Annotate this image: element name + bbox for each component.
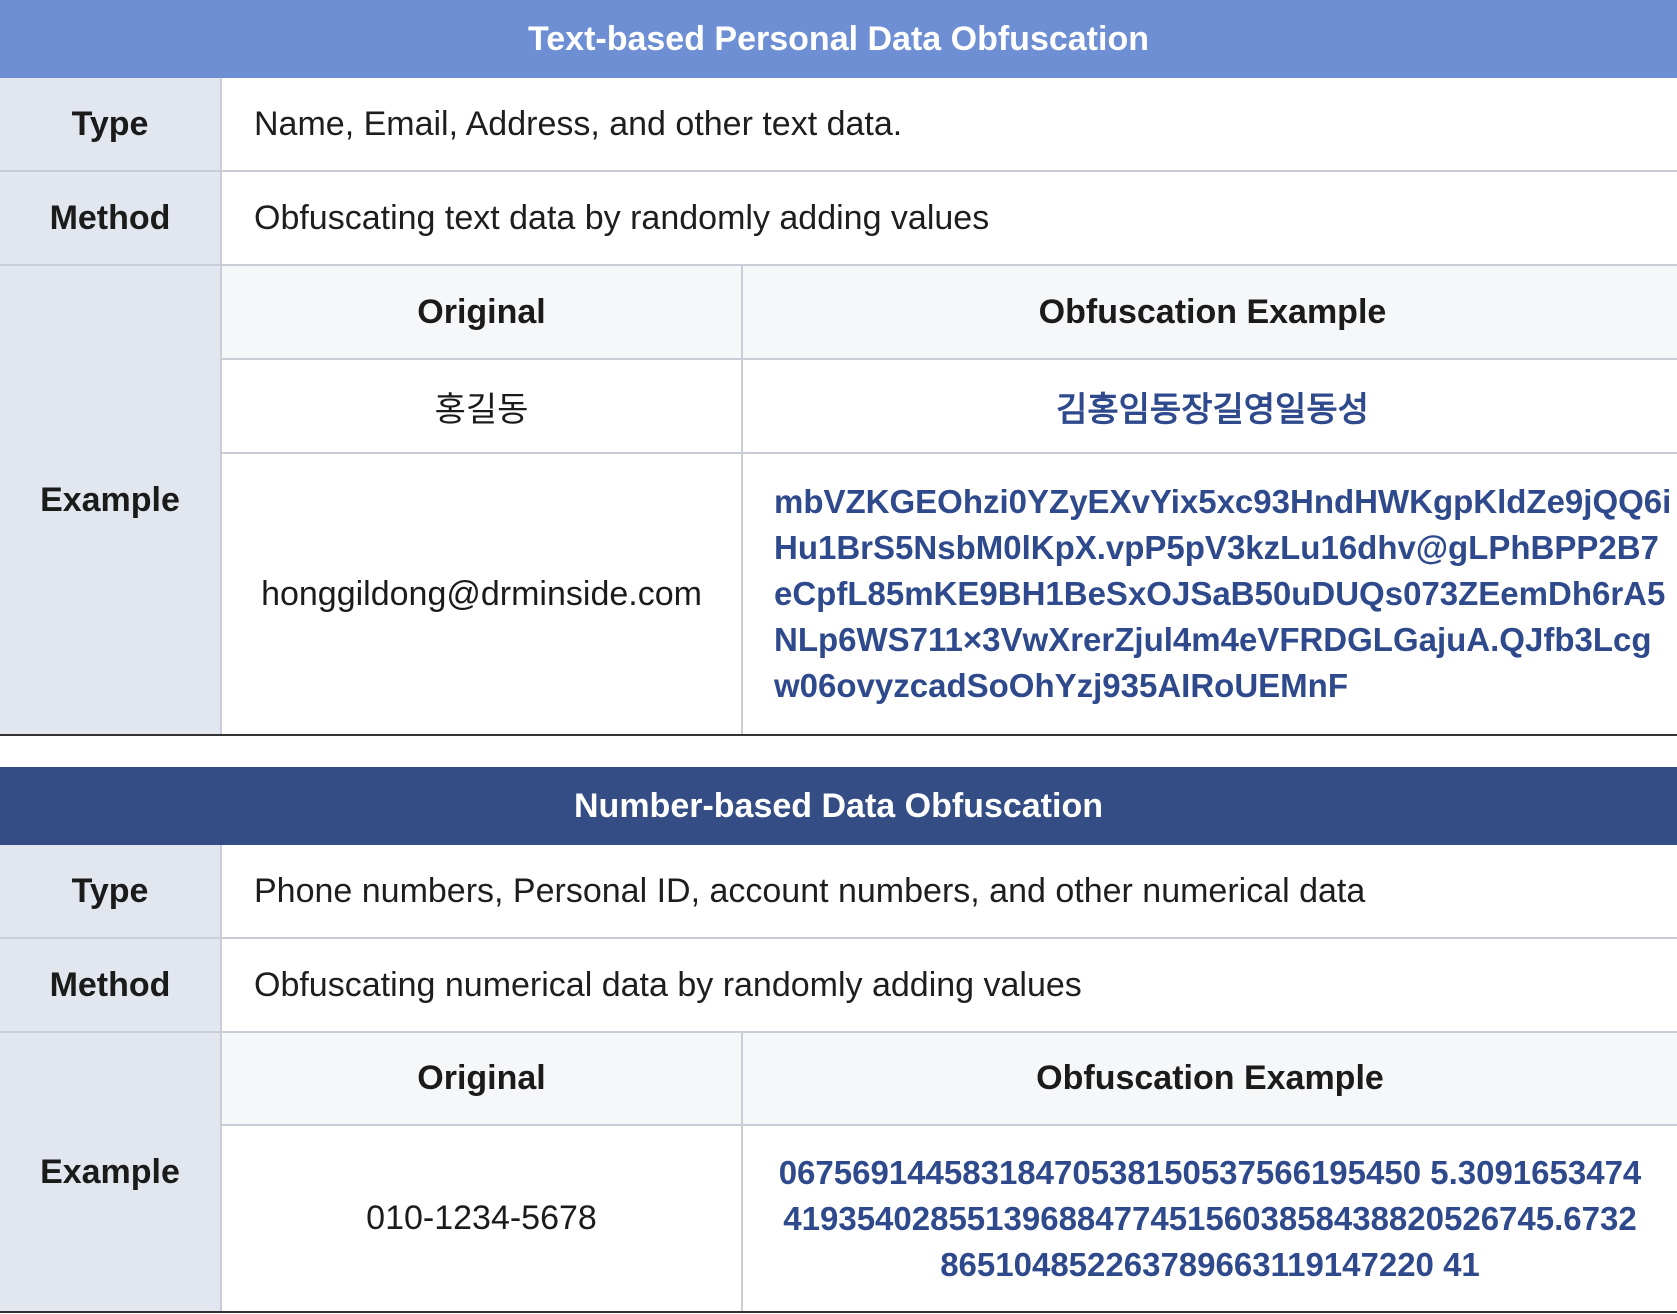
obfuscation-column-header: Obfuscation Example — [1038, 292, 1387, 331]
obfuscated-email: mbVZKGEOhzi0YZyEXvYix5xc93HndHWKgpKldZe9… — [774, 483, 1672, 704]
example-label: Example — [0, 266, 222, 734]
method-row: Method Obfuscating text data by randomly… — [0, 172, 1677, 266]
original-column-header: Original — [222, 266, 743, 358]
example-grid: Original Obfuscation Example 홍길동 김홍임동장길영… — [222, 266, 1677, 734]
type-row: Type Phone numbers, Personal ID, account… — [0, 845, 1677, 939]
section-title: Text-based Personal Data Obfuscation — [0, 0, 1677, 78]
obfuscated-phone: 06756914458318470538150537566195450 5.30… — [778, 1153, 1642, 1283]
table-row: honggildong@drminside.com mbVZKGEOhzi0YZ… — [222, 454, 1677, 734]
type-value: Name, Email, Address, and other text dat… — [254, 104, 903, 143]
table-row: 홍길동 김홍임동장길영일동성 — [222, 360, 1677, 454]
type-label: Type — [0, 78, 222, 170]
example-row: Example Original Obfuscation Example 홍길동… — [0, 266, 1677, 736]
section-title: Number-based Data Obfuscation — [0, 767, 1677, 845]
method-label: Method — [0, 172, 222, 264]
example-header-row: Original Obfuscation Example — [222, 1033, 1677, 1127]
obfuscation-column-header: Obfuscation Example — [1036, 1059, 1384, 1098]
method-value: Obfuscating numerical data by randomly a… — [254, 965, 1082, 1004]
example-row: Example Original Obfuscation Example 010… — [0, 1033, 1677, 1313]
method-row: Method Obfuscating numerical data by ran… — [0, 939, 1677, 1033]
type-row: Type Name, Email, Address, and other tex… — [0, 78, 1677, 172]
original-name: 홍길동 — [222, 360, 743, 452]
example-header-row: Original Obfuscation Example — [222, 266, 1677, 360]
original-email: honggildong@drminside.com — [222, 454, 743, 734]
method-value: Obfuscating text data by randomly adding… — [254, 198, 990, 237]
number-obfuscation-table: Number-based Data Obfuscation Type Phone… — [0, 767, 1677, 1313]
text-obfuscation-table: Text-based Personal Data Obfuscation Typ… — [0, 0, 1677, 736]
method-label: Method — [0, 939, 222, 1031]
table-row: 010-1234-5678 06756914458318470538150537… — [222, 1126, 1677, 1311]
type-label: Type — [0, 845, 222, 937]
obfuscated-email-cell: mbVZKGEOhzi0YZyEXvYix5xc93HndHWKgpKldZe9… — [743, 454, 1677, 734]
type-value: Phone numbers, Personal ID, account numb… — [254, 871, 1366, 910]
obfuscated-name: 김홍임동장길영일동성 — [1056, 390, 1369, 429]
example-grid: Original Obfuscation Example 010-1234-56… — [222, 1033, 1677, 1311]
obfuscated-phone-cell: 06756914458318470538150537566195450 5.30… — [743, 1126, 1677, 1311]
original-column-header: Original — [222, 1033, 743, 1125]
example-label: Example — [0, 1033, 222, 1311]
original-phone: 010-1234-5678 — [222, 1126, 743, 1311]
